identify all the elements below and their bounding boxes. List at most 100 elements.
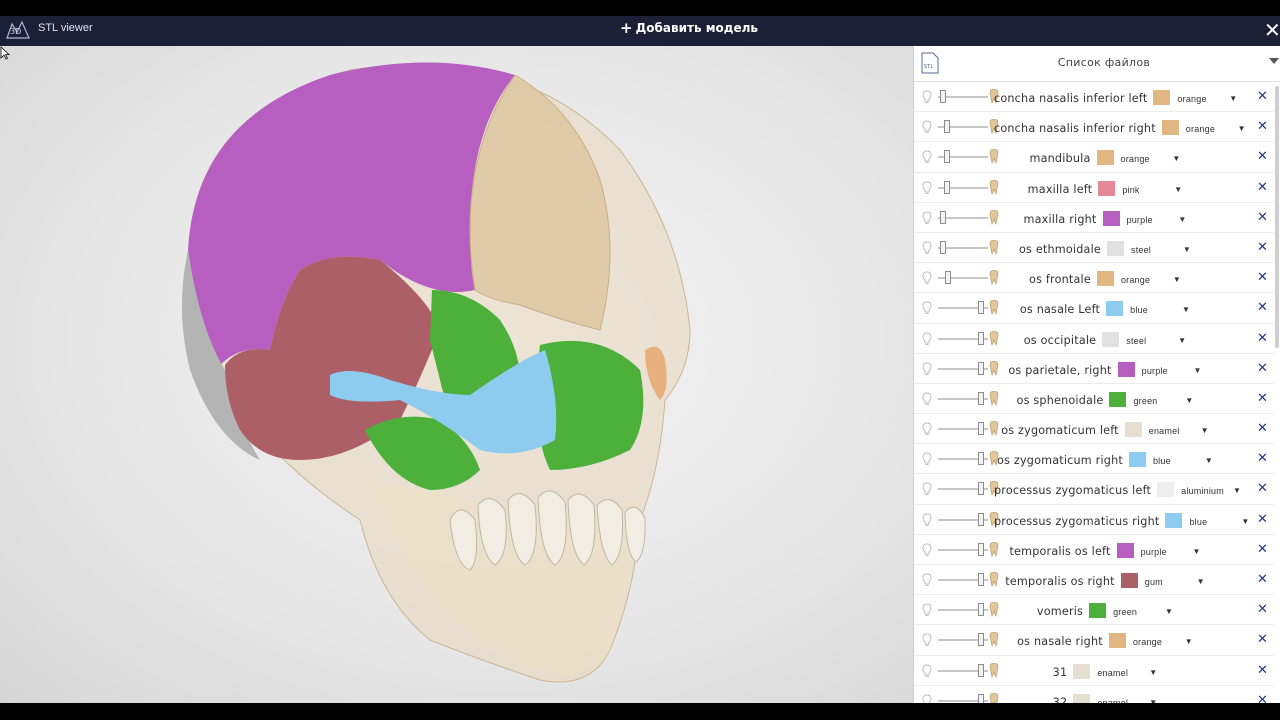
delete-file-icon[interactable]: ✕ (1257, 542, 1268, 557)
color-swatch[interactable] (1161, 120, 1179, 136)
color-swatch[interactable] (1165, 512, 1183, 528)
material-select[interactable]: orange ▼ (1121, 154, 1181, 164)
material-select[interactable]: aluminium ▼ (1181, 486, 1241, 496)
opacity-slider-thumb[interactable] (943, 180, 950, 194)
opacity-slider-thumb[interactable] (943, 150, 950, 164)
delete-file-icon[interactable]: ✕ (1257, 391, 1268, 406)
opacity-slider-thumb[interactable] (978, 422, 984, 436)
opacity-slider-thumb[interactable] (978, 603, 984, 617)
delete-file-icon[interactable]: ✕ (1257, 240, 1268, 255)
opacity-slider[interactable] (938, 271, 988, 285)
visibility-bulb-icon[interactable] (922, 331, 932, 346)
opacity-slider-thumb[interactable] (940, 210, 946, 224)
add-model-button[interactable]: + Добавить модель (620, 21, 758, 36)
3d-viewport[interactable] (0, 46, 913, 703)
opacity-slider-thumb[interactable] (978, 482, 984, 496)
opacity-slider-thumb[interactable] (978, 693, 984, 703)
panel-collapse-icon[interactable] (1269, 58, 1279, 64)
material-select[interactable]: blue ▼ (1130, 305, 1190, 315)
visibility-bulb-icon[interactable] (922, 694, 932, 703)
material-select[interactable]: steel ▼ (1131, 245, 1191, 255)
opacity-slider-thumb[interactable] (978, 331, 984, 345)
opacity-slider-thumb[interactable] (940, 90, 946, 103)
delete-file-icon[interactable]: ✕ (1257, 512, 1268, 527)
material-select[interactable]: blue ▼ (1189, 517, 1249, 527)
color-swatch[interactable] (1117, 361, 1135, 377)
material-select[interactable]: orange ▼ (1133, 637, 1193, 647)
delete-file-icon[interactable]: ✕ (1257, 119, 1268, 134)
delete-file-icon[interactable]: ✕ (1257, 451, 1268, 466)
opacity-slider[interactable] (938, 90, 988, 103)
visibility-bulb-icon[interactable] (922, 603, 932, 617)
delete-file-icon[interactable]: ✕ (1257, 481, 1268, 496)
material-select[interactable]: steel ▼ (1126, 336, 1186, 346)
opacity-slider[interactable] (938, 210, 988, 224)
material-select[interactable]: purple ▼ (1142, 366, 1202, 376)
delete-file-icon[interactable]: ✕ (1257, 149, 1268, 164)
color-swatch[interactable] (1108, 633, 1126, 649)
delete-file-icon[interactable]: ✕ (1257, 361, 1268, 376)
material-select[interactable]: green ▼ (1133, 396, 1193, 406)
material-select[interactable]: purple ▼ (1141, 547, 1201, 557)
file-list-scrollbar[interactable] (1275, 86, 1279, 348)
visibility-bulb-icon[interactable] (922, 211, 932, 225)
close-icon[interactable]: ✕ (1264, 18, 1280, 42)
opacity-slider[interactable] (938, 301, 988, 315)
opacity-slider[interactable] (938, 603, 988, 617)
material-select[interactable]: green ▼ (1113, 607, 1173, 617)
color-swatch[interactable] (1157, 482, 1175, 498)
delete-file-icon[interactable]: ✕ (1257, 663, 1268, 678)
opacity-slider[interactable] (938, 663, 988, 677)
visibility-bulb-icon[interactable] (922, 452, 932, 466)
opacity-slider-thumb[interactable] (978, 512, 984, 526)
visibility-bulb-icon[interactable] (922, 271, 932, 285)
color-swatch[interactable] (1102, 210, 1120, 226)
visibility-bulb-icon[interactable] (922, 392, 932, 406)
color-swatch[interactable] (1106, 301, 1124, 317)
color-swatch[interactable] (1096, 271, 1114, 287)
delete-file-icon[interactable]: ✕ (1257, 572, 1268, 587)
delete-file-icon[interactable]: ✕ (1257, 210, 1268, 225)
color-swatch[interactable] (1107, 240, 1124, 256)
visibility-bulb-icon[interactable] (922, 120, 932, 134)
opacity-slider[interactable] (938, 391, 988, 405)
material-select[interactable]: pink ▼ (1122, 185, 1182, 195)
opacity-slider[interactable] (938, 150, 988, 164)
delete-file-icon[interactable]: ✕ (1257, 89, 1268, 104)
visibility-bulb-icon[interactable] (922, 573, 932, 587)
material-select[interactable]: orange ▼ (1121, 275, 1181, 285)
opacity-slider-thumb[interactable] (978, 633, 984, 647)
color-swatch[interactable] (1109, 391, 1127, 407)
material-select[interactable]: orange ▼ (1177, 94, 1237, 104)
visibility-bulb-icon[interactable] (922, 362, 932, 376)
delete-file-icon[interactable]: ✕ (1257, 602, 1268, 617)
opacity-slider-thumb[interactable] (978, 452, 984, 466)
delete-file-icon[interactable]: ✕ (1257, 300, 1268, 315)
opacity-slider[interactable] (938, 693, 988, 703)
opacity-slider[interactable] (938, 542, 988, 556)
visibility-bulb-icon[interactable] (922, 422, 932, 436)
visibility-bulb-icon[interactable] (922, 301, 932, 315)
color-swatch[interactable] (1116, 542, 1134, 558)
delete-file-icon[interactable]: ✕ (1257, 632, 1268, 647)
opacity-slider-thumb[interactable] (978, 361, 984, 375)
opacity-slider-thumb[interactable] (944, 271, 951, 285)
color-swatch[interactable] (1098, 180, 1116, 196)
visibility-bulb-icon[interactable] (922, 241, 932, 255)
opacity-slider[interactable] (938, 361, 988, 375)
visibility-bulb-icon[interactable] (922, 543, 932, 557)
material-select[interactable]: enamel ▼ (1097, 668, 1157, 678)
material-select[interactable]: orange ▼ (1186, 124, 1246, 134)
color-swatch[interactable] (1089, 603, 1107, 619)
opacity-slider-thumb[interactable] (978, 573, 984, 586)
material-select[interactable]: enamel ▼ (1149, 426, 1209, 436)
visibility-bulb-icon[interactable] (922, 513, 932, 527)
opacity-slider-thumb[interactable] (978, 663, 984, 677)
visibility-bulb-icon[interactable] (922, 633, 932, 647)
delete-file-icon[interactable]: ✕ (1257, 331, 1268, 346)
color-swatch[interactable] (1124, 422, 1142, 438)
material-select[interactable]: blue ▼ (1153, 456, 1213, 466)
material-select[interactable]: purple ▼ (1127, 215, 1187, 225)
opacity-slider[interactable] (938, 240, 988, 254)
opacity-slider-thumb[interactable] (978, 301, 984, 315)
